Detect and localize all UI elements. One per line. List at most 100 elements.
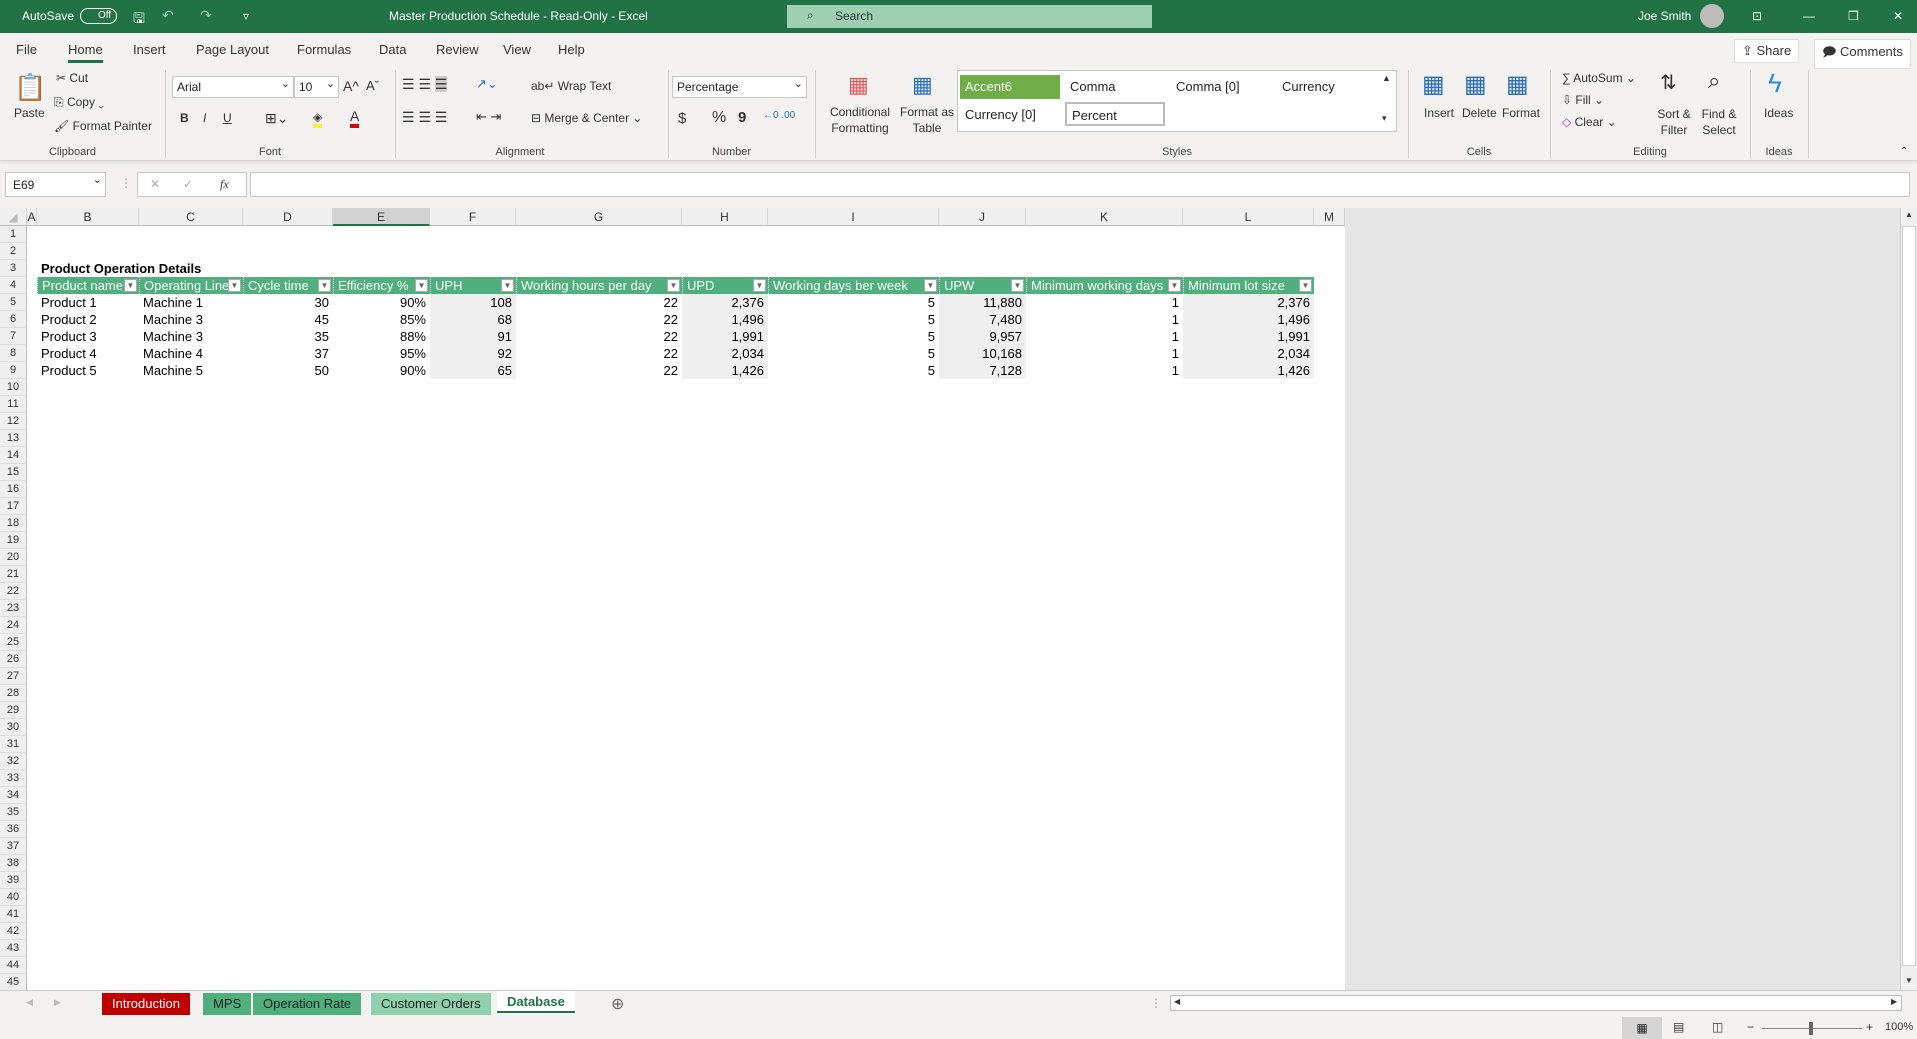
tab-review[interactable]: Review	[436, 42, 479, 57]
table-cell[interactable]: 1	[1026, 294, 1183, 311]
style-currency-0[interactable]: Currency [0]	[960, 103, 1041, 127]
cut-button[interactable]: ✂ Cut	[56, 71, 88, 85]
row-header[interactable]: 9	[0, 362, 27, 379]
clear-button[interactable]: ◇ Clear ⌄	[1562, 115, 1617, 129]
table-cell[interactable]: Machine 5	[139, 362, 243, 379]
row-header[interactable]: 36	[0, 821, 27, 838]
fill-button[interactable]: ⇩ Fill ⌄	[1562, 93, 1604, 107]
row-header[interactable]: 45	[0, 974, 27, 990]
decimal-icon[interactable]: ←0 .00	[763, 110, 795, 121]
row-header[interactable]: 42	[0, 923, 27, 940]
table-header-cell[interactable]: UPW ▼	[939, 277, 1026, 294]
conditional-formatting-button[interactable]: Conditional Formatting	[824, 104, 896, 136]
splitter-handle[interactable]: ⋮	[1150, 996, 1162, 1010]
copy-button[interactable]: ⎘ Copy ⌄	[54, 95, 104, 110]
next-sheet-icon[interactable]: ▶	[54, 997, 61, 1008]
table-cell[interactable]: Machine 3	[139, 328, 243, 345]
page-break-view-icon[interactable]: ◫	[1712, 1020, 1723, 1034]
filter-dropdown-icon[interactable]: ▼	[1011, 279, 1024, 292]
conditional-formatting-icon[interactable]: ▦	[848, 72, 869, 98]
insert-cells-button[interactable]: Insert	[1424, 106, 1454, 120]
ideas-icon[interactable]: ϟ	[1768, 68, 1782, 99]
table-cell[interactable]: 90%	[333, 362, 430, 379]
table-cell[interactable]: 1	[1026, 328, 1183, 345]
filter-dropdown-icon[interactable]: ▼	[228, 279, 241, 292]
row-header[interactable]: 11	[0, 396, 27, 413]
row-header[interactable]: 20	[0, 549, 27, 566]
table-cell[interactable]: 2,034	[1183, 345, 1314, 362]
table-cell[interactable]: 91	[430, 328, 516, 345]
grow-font-button[interactable]: A^	[343, 78, 359, 94]
sheet-tab-mps[interactable]: MPS	[203, 993, 252, 1015]
sort-filter-button[interactable]: Sort & Filter	[1654, 106, 1694, 138]
column-header-e[interactable]: E	[333, 208, 430, 226]
splitter-handle[interactable]: ⋮	[120, 176, 132, 190]
paste-button[interactable]: Paste	[14, 106, 45, 120]
orientation-icon[interactable]: ↗⌄	[476, 76, 498, 92]
shrink-font-button[interactable]: Aˇ	[366, 78, 379, 93]
style-comma-0[interactable]: Comma [0]	[1171, 75, 1245, 99]
table-header-cell[interactable]: UPH ▼	[430, 277, 516, 294]
table-cell[interactable]: 2,376	[1183, 294, 1314, 311]
table-cell[interactable]: 1	[1026, 362, 1183, 379]
style-percent[interactable]: Percent	[1065, 102, 1165, 126]
table-cell[interactable]: 1,496	[1183, 311, 1314, 328]
vertical-scroll-thumb[interactable]	[1902, 226, 1916, 966]
table-cell[interactable]: 1,426	[1183, 362, 1314, 379]
row-header[interactable]: 13	[0, 430, 27, 447]
table-cell[interactable]: 95%	[333, 345, 430, 362]
table-header-cell[interactable]: Minimum lot size ▼	[1183, 277, 1314, 294]
indent-icon[interactable]: ⇤ ⇥	[476, 109, 501, 125]
table-header-cell[interactable]: UPD ▼	[682, 277, 768, 294]
style-accent6[interactable]: Accent6	[960, 75, 1060, 99]
collapse-ribbon-icon[interactable]: ⌃	[1900, 146, 1908, 157]
tab-page-layout[interactable]: Page Layout	[196, 42, 269, 57]
row-header[interactable]: 26	[0, 651, 27, 668]
scroll-right-icon[interactable]: ▶	[1891, 997, 1897, 1006]
row-header[interactable]: 40	[0, 889, 27, 906]
font-color-icon[interactable]: A	[350, 108, 360, 128]
table-cell[interactable]: 37	[243, 345, 333, 362]
row-header[interactable]: 32	[0, 753, 27, 770]
row-header[interactable]: 3	[0, 260, 27, 277]
sheet-tab-introduction[interactable]: Introduction	[102, 993, 190, 1015]
normal-view-icon[interactable]: ▦	[1622, 1017, 1662, 1039]
enter-icon[interactable]: ✓	[183, 177, 193, 191]
row-header[interactable]: 5	[0, 294, 27, 311]
restore-icon[interactable]: ❐	[1848, 9, 1859, 23]
font-name-select[interactable]: Arial	[172, 76, 294, 98]
vertical-scrollbar[interactable]: ▲ ▼	[1900, 208, 1917, 990]
table-cell[interactable]: 92	[430, 345, 516, 362]
row-header[interactable]: 4	[0, 277, 27, 294]
column-header-d[interactable]: D	[243, 208, 333, 226]
table-cell[interactable]: 7,128	[939, 362, 1026, 379]
filter-dropdown-icon[interactable]: ▼	[124, 279, 137, 292]
row-header[interactable]: 35	[0, 804, 27, 821]
table-header-cell[interactable]: Operating Line ▼	[139, 277, 243, 294]
row-header[interactable]: 15	[0, 464, 27, 481]
paste-icon[interactable]: 📋	[14, 72, 46, 103]
format-cells-icon[interactable]: ▦	[1506, 70, 1529, 99]
row-header[interactable]: 12	[0, 413, 27, 430]
table-cell[interactable]: 1,426	[682, 362, 768, 379]
filter-dropdown-icon[interactable]: ▼	[753, 279, 766, 292]
sheet-tab-database[interactable]: Database	[497, 991, 575, 1013]
page-layout-view-icon[interactable]: ▤	[1673, 1020, 1684, 1034]
table-cell[interactable]: Machine 1	[139, 294, 243, 311]
column-header-m[interactable]: M	[1314, 208, 1345, 226]
table-header-cell[interactable]: Working hours per day ▼	[516, 277, 682, 294]
currency-button[interactable]: $	[678, 110, 686, 127]
table-header-cell[interactable]: Cycle time ▼	[243, 277, 333, 294]
table-cell[interactable]: 68	[430, 311, 516, 328]
table-cell[interactable]: Machine 4	[139, 345, 243, 362]
row-header[interactable]: 2	[0, 243, 27, 260]
row-header[interactable]: 21	[0, 566, 27, 583]
row-header[interactable]: 34	[0, 787, 27, 804]
zoom-in-icon[interactable]: +	[1866, 1020, 1873, 1034]
sheet-tab-customer-orders[interactable]: Customer Orders	[371, 993, 491, 1015]
row-header[interactable]: 28	[0, 685, 27, 702]
table-cell[interactable]: 108	[430, 294, 516, 311]
autosum-button[interactable]: ∑ AutoSum ⌄	[1562, 71, 1636, 85]
column-header-i[interactable]: I	[768, 208, 939, 226]
merge-center-button[interactable]: ⊟ Merge & Center ⌄	[531, 111, 642, 125]
